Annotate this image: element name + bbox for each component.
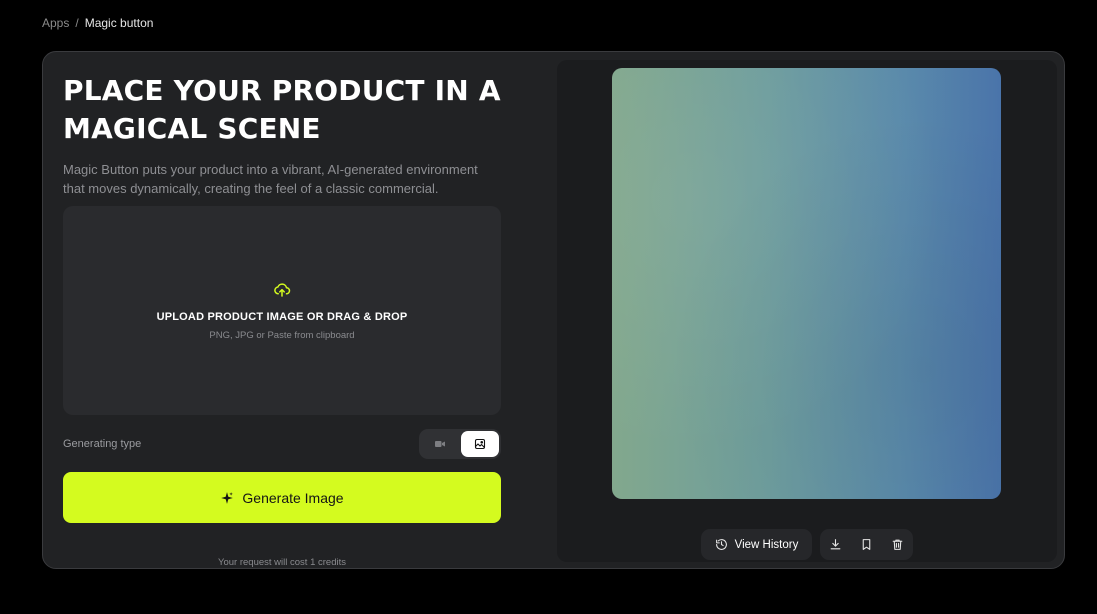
history-group: View History — [700, 529, 813, 560]
upload-subtitle: PNG, JPG or Paste from clipboard — [209, 329, 355, 341]
cloud-upload-icon — [274, 282, 291, 297]
image-icon — [474, 438, 486, 450]
preview-actions: View History — [557, 529, 1057, 560]
preview-image — [612, 68, 1001, 499]
download-icon — [830, 539, 841, 550]
video-icon — [435, 441, 445, 447]
history-icon — [715, 539, 727, 550]
view-history-label: View History — [734, 538, 799, 551]
preview-column: View History — [557, 60, 1057, 562]
page-description: Magic Button puts your product into a vi… — [63, 162, 478, 196]
credit-cost-note: Your request will cost 1 credits — [218, 557, 346, 568]
page-title-line1: PLACE YOUR PRODUCT IN A — [63, 74, 501, 107]
generate-image-button[interactable]: Generate Image — [63, 472, 501, 523]
upload-dropzone[interactable]: UPLOAD PRODUCT IMAGE OR DRAG & DROP PNG,… — [63, 206, 501, 415]
delete-button[interactable] — [882, 529, 913, 560]
breadcrumb-apps-link[interactable]: Apps — [42, 16, 69, 30]
generate-image-label: Generate Image — [242, 489, 344, 506]
generating-type-row: Generating type — [63, 429, 501, 459]
bookmark-button[interactable] — [851, 529, 882, 560]
bookmark-icon — [863, 539, 871, 550]
generating-type-label: Generating type — [63, 438, 142, 450]
breadcrumb-separator: / — [75, 16, 79, 30]
video-type-button[interactable] — [421, 431, 459, 457]
breadcrumb: Apps / Magic button — [42, 16, 153, 30]
magic-button-panel: PLACE YOUR PRODUCT IN A MAGICAL SCENE Ma… — [42, 51, 1065, 569]
page-title: PLACE YOUR PRODUCT IN A MAGICAL SCENE — [63, 72, 501, 148]
view-history-button[interactable]: View History — [701, 529, 813, 560]
form-column: PLACE YOUR PRODUCT IN A MAGICAL SCENE Ma… — [63, 72, 501, 568]
trash-icon — [892, 539, 903, 550]
upload-title: UPLOAD PRODUCT IMAGE OR DRAG & DROP — [156, 310, 408, 323]
image-type-button[interactable] — [461, 431, 499, 457]
preview-icon-group — [820, 529, 914, 560]
breadcrumb-current: Magic button — [84, 16, 154, 30]
generating-type-toggle — [419, 429, 501, 459]
page-title-line2: MAGICAL SCENE — [63, 112, 321, 145]
download-button[interactable] — [820, 529, 851, 560]
sparkle-icon — [221, 491, 234, 504]
